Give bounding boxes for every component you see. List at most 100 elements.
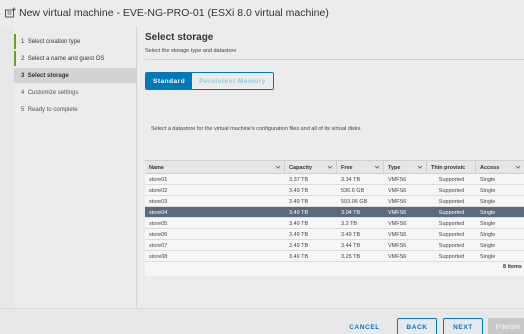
cell-access: Single [480, 198, 496, 205]
cell-thin-provisioning: Supported [438, 187, 465, 194]
cell-name: store07 [149, 242, 168, 249]
table-row[interactable]: store06 3.49 TB 3.49 TB VMFS6 Supported … [145, 229, 524, 240]
table-row[interactable]: store07 3.49 TB 3.44 TB VMFS6 Supported … [145, 240, 524, 251]
chevron-down-icon [275, 165, 281, 169]
cell-name: store05 [149, 220, 168, 227]
cell-access: Single [480, 253, 496, 260]
cell-capacity: 3.49 TB [289, 187, 309, 194]
new-vm-icon [5, 7, 16, 18]
table-row[interactable]: store03 3.49 TB 503.06 GB VMFS6 Supporte… [145, 196, 524, 207]
step-number: 1 [21, 38, 25, 45]
cell-free: 3.49 TB [341, 231, 361, 238]
page-title: Select storage [145, 32, 214, 43]
table-row[interactable]: store02 3.49 TB 536.6 GB VMFS6 Supported… [145, 185, 524, 196]
cell-type: VMFS6 [388, 253, 407, 260]
cell-type: VMFS6 [388, 176, 407, 183]
step-select-name-guest-os[interactable]: 2 Select a name and guest OS [14, 51, 137, 66]
cell-access: Single [480, 220, 496, 227]
main-panel: Select storage Select the storage type a… [138, 26, 524, 308]
step-ready-to-complete: 5 Ready to complete [14, 102, 137, 117]
cell-access: Single [480, 187, 496, 194]
cell-thin-provisioning: Supported [438, 242, 465, 249]
next-button[interactable]: NEXT [443, 318, 483, 334]
column-header-free[interactable]: Free [337, 161, 384, 174]
cell-capacity: 3.49 TB [289, 242, 309, 249]
cell-free: 3.04 TB [341, 209, 361, 216]
cell-free: 3.34 TB [341, 176, 361, 183]
cell-capacity: 3.49 TB [289, 231, 309, 238]
step-label: Select storage [27, 72, 69, 79]
step-number: 2 [21, 55, 25, 62]
datastore-table: Name Capacity Free Type Thin provisic Ac… [145, 160, 524, 276]
cell-capacity: 3.37 TB [289, 176, 309, 183]
chevron-down-icon [417, 165, 423, 169]
step-number: 5 [21, 106, 25, 113]
cell-capacity: 3.49 TB [289, 253, 309, 260]
cell-thin-provisioning: Supported [438, 253, 465, 260]
cell-free: 536.6 GB [341, 187, 365, 194]
table-row[interactable]: store05 3.49 TB 3.2 TB VMFS6 Supported S… [145, 218, 524, 229]
cell-name: store03 [149, 198, 168, 205]
column-header-type[interactable]: Type [384, 161, 427, 174]
cell-access: Single [480, 176, 496, 183]
cell-name: store06 [149, 231, 168, 238]
datastore-description: Select a datastore for the virtual machi… [151, 126, 362, 132]
step-select-creation-type[interactable]: 1 Select creation type [14, 34, 137, 49]
column-header-name[interactable]: Name [145, 161, 285, 174]
step-select-storage[interactable]: 3 Select storage [14, 68, 137, 83]
cell-type: VMFS6 [388, 220, 407, 227]
cell-thin-provisioning: Supported [438, 209, 465, 216]
cell-thin-provisioning: Supported [438, 220, 465, 227]
cell-name: store01 [149, 176, 168, 183]
cell-thin-provisioning: Supported [438, 231, 465, 238]
cell-access: Single [480, 209, 496, 216]
cell-type: VMFS6 [388, 231, 407, 238]
cell-type: VMFS6 [388, 187, 407, 194]
cell-free: 503.06 GB [341, 198, 368, 205]
tab-persistent-memory[interactable]: Persistent Memory [192, 73, 273, 89]
table-row[interactable]: store08 3.49 TB 3.25 TB VMFS6 Supported … [145, 251, 524, 262]
cell-name: store02 [149, 187, 168, 194]
cell-thin-provisioning: Supported [438, 198, 465, 205]
column-header-capacity[interactable]: Capacity [285, 161, 337, 174]
divider [145, 59, 524, 60]
storage-type-tabs: Standard Persistent Memory [145, 72, 274, 90]
step-label: Select creation type [27, 38, 81, 45]
column-header-access[interactable]: Access [476, 161, 524, 174]
table-row-selected[interactable]: store04 3.49 TB 3.04 TB VMFS6 Supported … [145, 207, 524, 218]
chevron-down-icon [515, 165, 521, 169]
cell-name: store04 [149, 209, 168, 216]
wizard-footer: CANCEL BACK NEXT FINISH [0, 308, 524, 334]
cell-free: 3.44 TB [341, 242, 361, 249]
step-label: Ready to complete [27, 106, 78, 113]
column-header-thin-provisioning[interactable]: Thin provisic [427, 161, 476, 174]
cell-access: Single [480, 231, 496, 238]
step-label: Select a name and guest OS [27, 55, 105, 62]
wizard-steps-sidebar: 1 Select creation type 2 Select a name a… [14, 26, 137, 308]
chevron-down-icon [327, 165, 333, 169]
item-count: 8 items [503, 264, 522, 270]
cell-type: VMFS6 [388, 209, 407, 216]
cell-type: VMFS6 [388, 242, 407, 249]
cell-access: Single [480, 242, 496, 249]
cell-free: 3.25 TB [341, 253, 361, 260]
table-row[interactable]: store01 3.37 TB 3.34 TB VMFS6 Supported … [145, 174, 524, 185]
cell-capacity: 3.49 TB [289, 220, 309, 227]
tab-standard[interactable]: Standard [146, 73, 193, 89]
cell-free: 3.2 TB [341, 220, 358, 227]
chevron-down-icon [374, 165, 380, 169]
cancel-button[interactable]: CANCEL [342, 318, 387, 334]
cell-thin-provisioning: Supported [438, 176, 465, 183]
cell-type: VMFS6 [388, 198, 407, 205]
step-number: 3 [21, 72, 25, 79]
step-label: Customize settings [27, 89, 79, 96]
cell-capacity: 3.49 TB [289, 198, 309, 205]
finish-button: FINISH [488, 318, 524, 334]
cell-name: store08 [149, 253, 168, 260]
cell-capacity: 3.49 TB [289, 209, 309, 216]
window-title: New virtual machine - EVE-NG-PRO-01 (ESX… [19, 7, 329, 19]
window-title-bar: New virtual machine - EVE-NG-PRO-01 (ESX… [0, 0, 524, 26]
step-customize-settings: 4 Customize settings [14, 85, 137, 100]
back-button[interactable]: BACK [397, 318, 437, 334]
table-header: Name Capacity Free Type Thin provisic Ac… [145, 161, 524, 174]
